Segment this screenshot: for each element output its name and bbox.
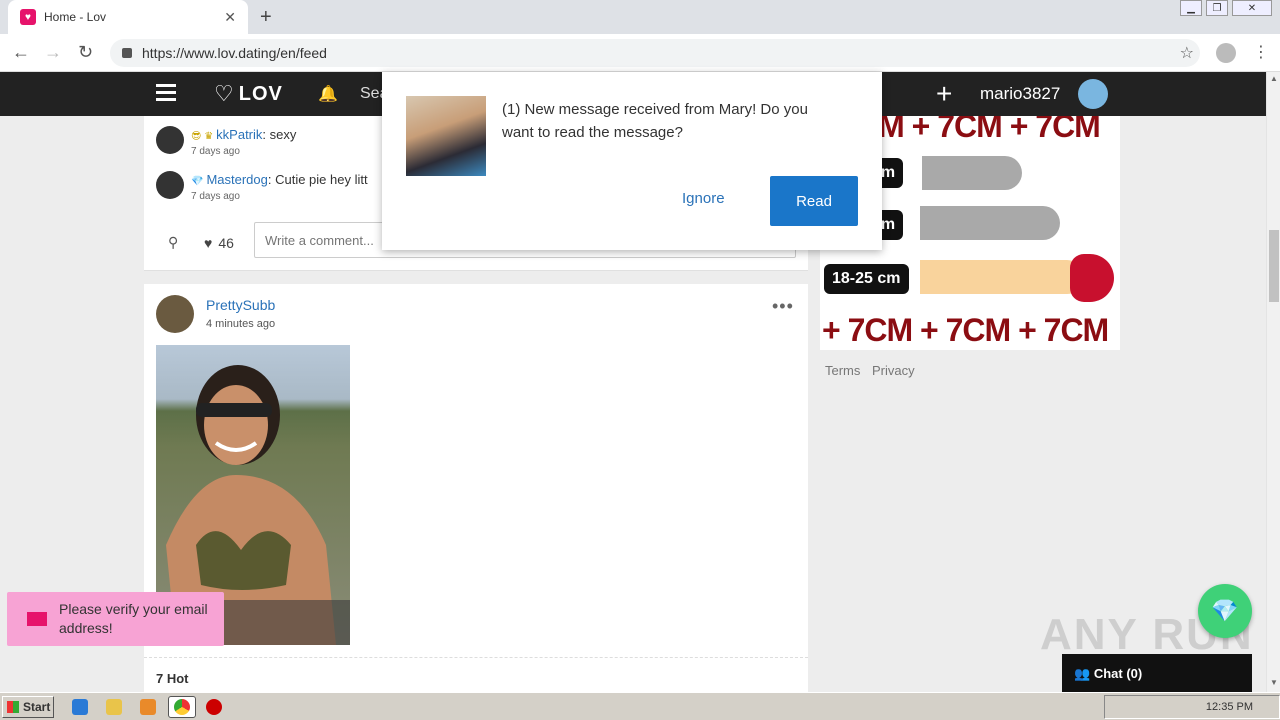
toast-message: Please verify your email address! [59,601,208,636]
page-scrollbar[interactable]: ▲ ▼ [1266,72,1280,692]
comment-time: 7 days ago [191,191,240,202]
address-bar[interactable]: https://www.lov.dating/en/feed ☆ [110,39,1200,67]
windows-taskbar: Start 12:35 PM [0,692,1280,720]
chat-label: Chat (0) [1093,666,1143,681]
message-notification-popup: (1) New message received from Mary! Do y… [382,72,882,250]
commenter-avatar[interactable] [156,171,184,199]
scroll-down-icon[interactable]: ▼ [1270,678,1278,687]
chat-bar[interactable]: 👥 Chat (0) [1062,654,1252,692]
folder-icon[interactable] [106,699,122,715]
notification-message: (1) New message received from Mary! Do y… [502,101,808,141]
username[interactable]: mario3827 [980,84,1060,104]
crown-badge-icon: 😎 ♛ [191,131,214,142]
ad-size-pill: 18-25 cm [824,264,909,294]
lov-favicon-icon: ♥ [20,9,36,25]
back-icon[interactable]: ← [12,42,30,62]
bookmark-star-icon[interactable]: ☆ [1180,43,1194,63]
post-author-name[interactable]: PrettySubb [206,297,275,313]
bell-icon[interactable]: 🔔 [318,84,338,104]
comment-time: 7 days ago [191,146,240,157]
close-tab-icon[interactable]: ✕ [224,9,236,26]
more-options-icon[interactable]: ••• [772,296,794,317]
scroll-thumb[interactable] [1269,230,1279,302]
heart-logo-icon: ♡ [214,81,235,106]
site-logo[interactable]: ♡ LOV [214,81,283,107]
like-button[interactable]: ♥ 46 [204,235,234,251]
menu-kebab-icon[interactable]: ⋮ [1253,42,1269,62]
diamond-icon: 💎 [1211,598,1239,623]
chrome-icon [174,699,190,715]
browser-tabstrip: ♥ Home - Lov ✕ + ▁ ❐ ✕ [0,0,1280,34]
restore-button[interactable]: ❐ [1206,0,1228,16]
comment-item: 💎 Masterdog: Cutie pie hey litt 7 days ag… [156,171,368,203]
ad-headline-top: CM + 7CM + 7CM [856,116,1101,144]
window-controls: ▁ ❐ ✕ [1180,0,1272,16]
footer-links: Terms Privacy [825,363,923,378]
privacy-link[interactable]: Privacy [872,363,915,378]
add-post-button[interactable]: + [936,78,952,110]
url-text: https://www.lov.dating/en/feed [142,45,327,61]
tab-title: Home - Lov [44,10,107,24]
sender-photo [406,96,486,176]
forward-icon[interactable]: → [44,42,62,62]
ad-bar-medium [920,206,1060,240]
comment-item: 😎 ♛ kkPatrik: sexy 7 days ago [156,126,296,158]
windows-flag-icon [7,701,19,713]
lock-icon [122,48,132,58]
start-button[interactable]: Start [2,696,54,718]
start-label: Start [23,700,51,714]
heart-icon: ♥ [204,235,213,251]
user-avatar[interactable] [1078,79,1108,109]
post-time: 4 minutes ago [206,318,276,330]
logo-text: LOV [238,82,283,105]
envelope-icon [27,612,47,626]
ie-icon[interactable] [72,699,88,715]
tab-home[interactable]: ♥ Home - Lov ✕ [8,0,248,34]
read-button[interactable]: Read [770,176,858,226]
minimize-button[interactable]: ▁ [1180,0,1202,16]
browser-toolbar: ← → ↻ https://www.lov.dating/en/feed ☆ ⋮ [0,34,1280,72]
diamond-badge-icon: 💎 [191,176,204,187]
comment-text: : sexy [262,127,297,142]
hot-count[interactable]: 7 Hot [144,657,808,694]
ad-headline-bottom: + 7CM + 7CM + 7CM [822,312,1109,348]
clock[interactable]: 12:35 PM [1206,701,1253,713]
comment-username[interactable]: Masterdog [206,172,267,187]
comment-username[interactable]: kkPatrik [216,127,262,142]
ad-bar-long [920,260,1084,294]
stop-icon[interactable] [206,699,222,715]
commenter-avatar[interactable] [156,126,184,154]
new-tab-button[interactable]: + [260,6,272,28]
window-close-button[interactable]: ✕ [1232,0,1272,16]
system-tray: 12:35 PM [1104,695,1280,719]
ignore-button[interactable]: Ignore [682,190,725,207]
ad-bar-short [922,156,1022,190]
profile-icon[interactable] [1216,43,1236,63]
scroll-up-icon[interactable]: ▲ [1270,74,1278,83]
pin-icon[interactable]: ⚲ [168,234,178,251]
ad-bar-tip [1070,254,1114,302]
reload-icon[interactable]: ↻ [78,42,93,62]
diamond-upgrade-button[interactable]: 💎 [1198,584,1252,638]
terms-link[interactable]: Terms [825,363,860,378]
post-author-avatar[interactable] [156,295,194,333]
feed-post: PrettySubb 4 minutes ago ••• 7 Hot [144,284,808,694]
like-count: 46 [218,235,234,251]
verify-email-toast[interactable]: Please verify your email address! [7,592,224,646]
comment-text: : Cutie pie hey litt [267,172,368,187]
hamburger-menu-icon[interactable] [156,84,176,102]
media-player-icon[interactable] [140,699,156,715]
users-icon: 👥 [1074,666,1094,681]
